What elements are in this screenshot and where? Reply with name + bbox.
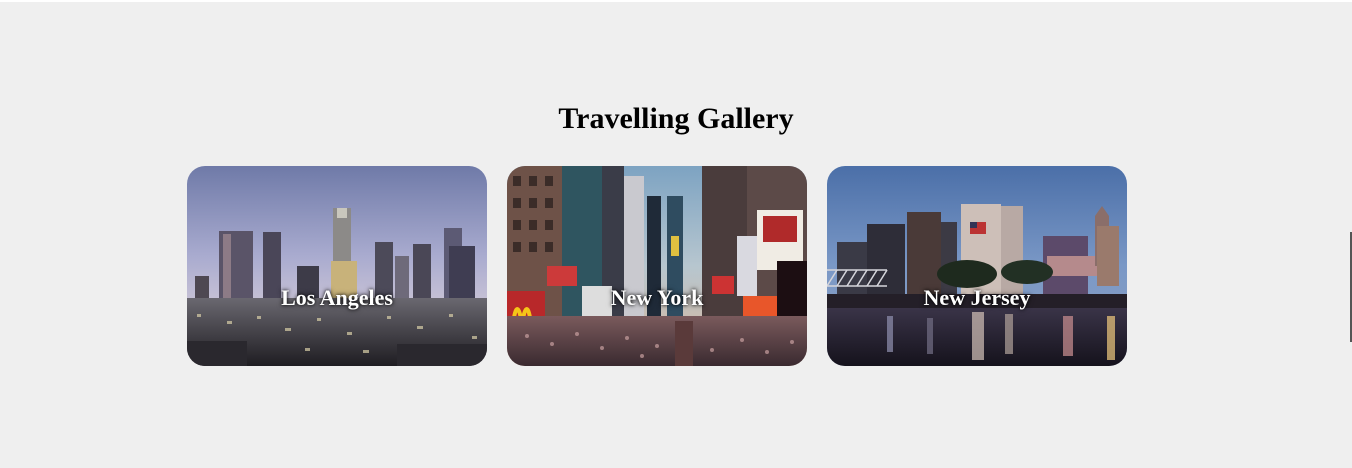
gallery-card-los-angeles[interactable]: Los Angeles bbox=[187, 166, 487, 366]
card-label-new-jersey: New Jersey bbox=[923, 285, 1031, 310]
new-york-photo bbox=[507, 166, 807, 366]
card-label-los-angeles: Los Angeles bbox=[281, 285, 393, 310]
gallery-title: Travelling Gallery bbox=[558, 102, 794, 135]
card-label-new-york: New York bbox=[610, 285, 704, 310]
gallery-card-new-jersey[interactable]: New Jersey bbox=[827, 166, 1127, 366]
gallery-card-new-york[interactable]: New York bbox=[507, 166, 807, 366]
new-jersey-photo bbox=[827, 166, 1127, 366]
top-border bbox=[0, 0, 1352, 2]
los-angeles-photo bbox=[187, 166, 487, 366]
